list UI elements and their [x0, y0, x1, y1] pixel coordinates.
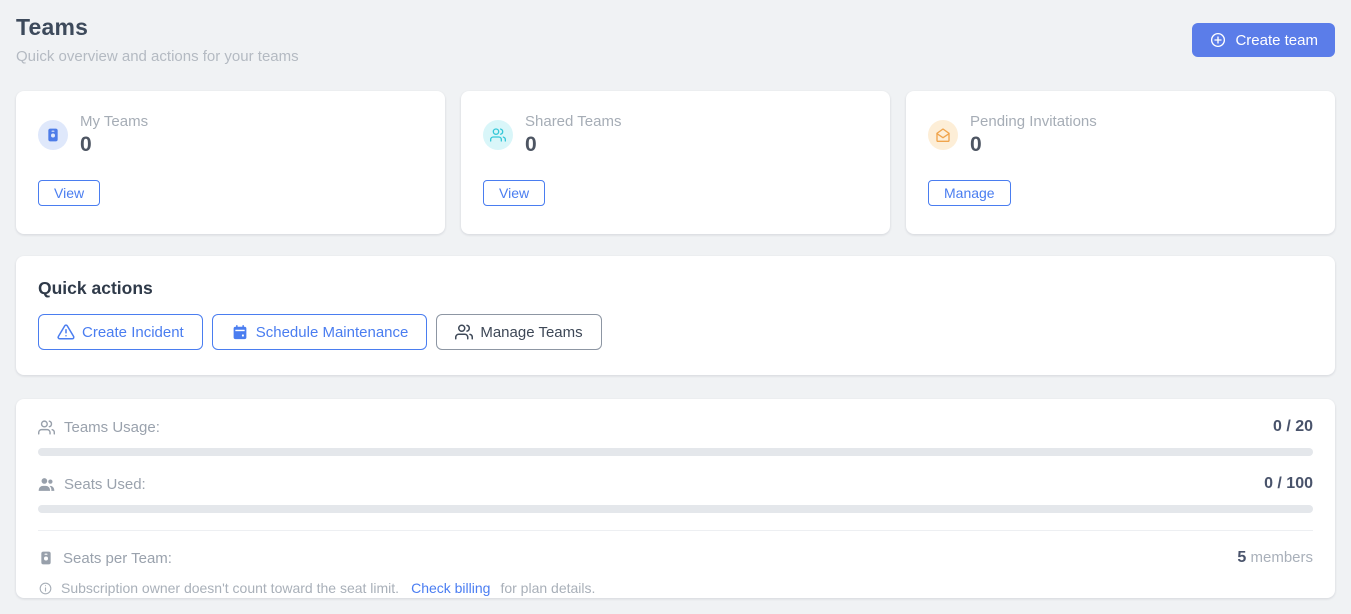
quick-actions-card: Quick actions Create Incident Schedule M…	[16, 256, 1335, 375]
quick-actions-title: Quick actions	[38, 278, 1313, 299]
teams-usage-label: Teams Usage:	[64, 419, 160, 436]
seats-per-team-label-wrap: Seats per Team:	[38, 550, 172, 567]
seats-per-team-value-wrap: 5 members	[1237, 549, 1313, 567]
quick-actions-buttons: Create Incident Schedule Maintenance Man…	[38, 314, 1313, 350]
page-title: Teams	[16, 14, 299, 41]
calendar-icon	[231, 323, 249, 341]
pending-invitations-manage-button[interactable]: Manage	[928, 180, 1011, 206]
seats-per-team-value: 5	[1237, 549, 1246, 566]
schedule-maintenance-button[interactable]: Schedule Maintenance	[212, 314, 428, 350]
manage-teams-button[interactable]: Manage Teams	[436, 314, 601, 350]
id-badge-icon	[38, 120, 68, 150]
page-subtitle: Quick overview and actions for your team…	[16, 48, 299, 65]
teams-usage-row: Teams Usage: 0 / 20	[38, 418, 1313, 436]
stat-card-top: My Teams 0	[38, 113, 423, 157]
create-team-label: Create team	[1235, 32, 1318, 49]
seats-used-progress	[38, 505, 1313, 513]
plus-circle-icon	[1209, 31, 1227, 49]
info-icon	[38, 581, 53, 596]
seats-used-label-wrap: Seats Used:	[38, 476, 146, 493]
create-team-button[interactable]: Create team	[1192, 23, 1335, 57]
manage-teams-label: Manage Teams	[480, 324, 582, 341]
my-teams-view-button[interactable]: View	[38, 180, 100, 206]
stat-label: Pending Invitations	[970, 113, 1097, 130]
usage-card: Teams Usage: 0 / 20 Seats Used: 0 / 100	[16, 399, 1335, 598]
users-icon	[483, 120, 513, 150]
page-header-text: Teams Quick overview and actions for you…	[16, 14, 299, 65]
stat-value: 0	[970, 133, 1097, 157]
note-text: Subscription owner doesn't count toward …	[61, 580, 399, 596]
note-suffix: for plan details.	[500, 580, 595, 596]
stat-label: My Teams	[80, 113, 148, 130]
teams-page: Teams Quick overview and actions for you…	[0, 0, 1351, 598]
id-badge-icon	[38, 550, 54, 566]
users-outline-icon	[38, 419, 55, 436]
page-header: Teams Quick overview and actions for you…	[16, 14, 1335, 65]
seats-used-label: Seats Used:	[64, 476, 146, 493]
warning-icon	[57, 323, 75, 341]
stat-card-top: Pending Invitations 0	[928, 113, 1313, 157]
stat-card-my-teams: My Teams 0 View	[16, 91, 445, 234]
stat-text: My Teams 0	[80, 113, 148, 157]
create-incident-label: Create Incident	[82, 324, 184, 341]
teams-usage-progress	[38, 448, 1313, 456]
seat-limit-note: Subscription owner doesn't count toward …	[38, 580, 1313, 596]
seats-per-team-label: Seats per Team:	[63, 550, 172, 567]
seats-per-team-row: Seats per Team: 5 members	[38, 549, 1313, 567]
stat-card-top: Shared Teams 0	[483, 113, 868, 157]
stat-label: Shared Teams	[525, 113, 621, 130]
stats-row: My Teams 0 View Shared Teams 0 View	[16, 91, 1335, 234]
shared-teams-view-button[interactable]: View	[483, 180, 545, 206]
stat-card-pending-invitations: Pending Invitations 0 Manage	[906, 91, 1335, 234]
teams-usage-label-wrap: Teams Usage:	[38, 419, 160, 436]
check-billing-link[interactable]: Check billing	[411, 580, 490, 596]
seats-per-team-suffix: members	[1246, 549, 1313, 566]
mail-open-icon	[928, 120, 958, 150]
stat-text: Pending Invitations 0	[970, 113, 1097, 157]
create-incident-button[interactable]: Create Incident	[38, 314, 203, 350]
stat-text: Shared Teams 0	[525, 113, 621, 157]
seats-used-row: Seats Used: 0 / 100	[38, 475, 1313, 493]
schedule-maintenance-label: Schedule Maintenance	[256, 324, 409, 341]
usage-divider	[38, 530, 1313, 531]
users-icon	[455, 323, 473, 341]
users-filled-icon	[38, 476, 55, 493]
seats-used-value: 0 / 100	[1264, 475, 1313, 493]
stat-card-shared-teams: Shared Teams 0 View	[461, 91, 890, 234]
stat-value: 0	[525, 133, 621, 157]
teams-usage-value: 0 / 20	[1273, 418, 1313, 436]
stat-value: 0	[80, 133, 148, 157]
